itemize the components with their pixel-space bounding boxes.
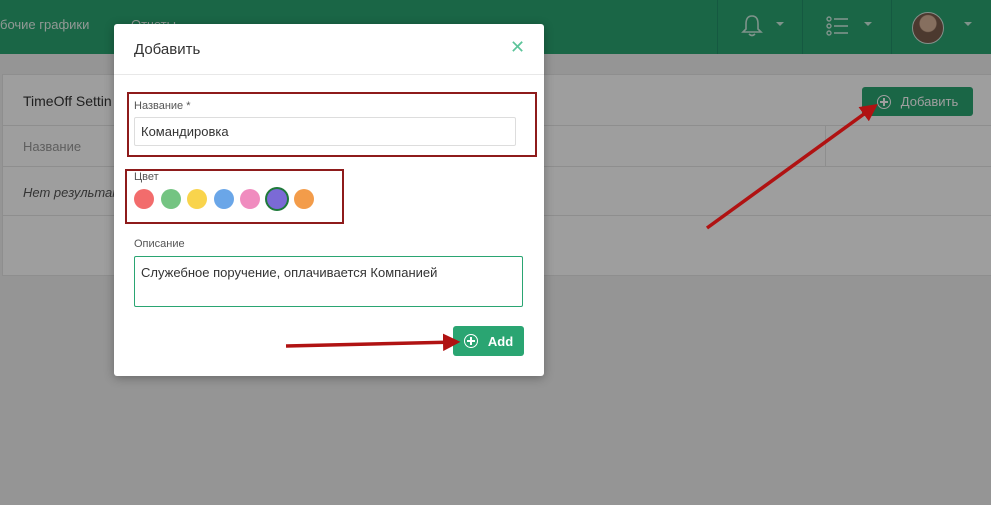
annotation-arrows (285, 103, 878, 352)
annotation-arrow (705, 103, 878, 230)
annotation-arrow (285, 333, 461, 352)
